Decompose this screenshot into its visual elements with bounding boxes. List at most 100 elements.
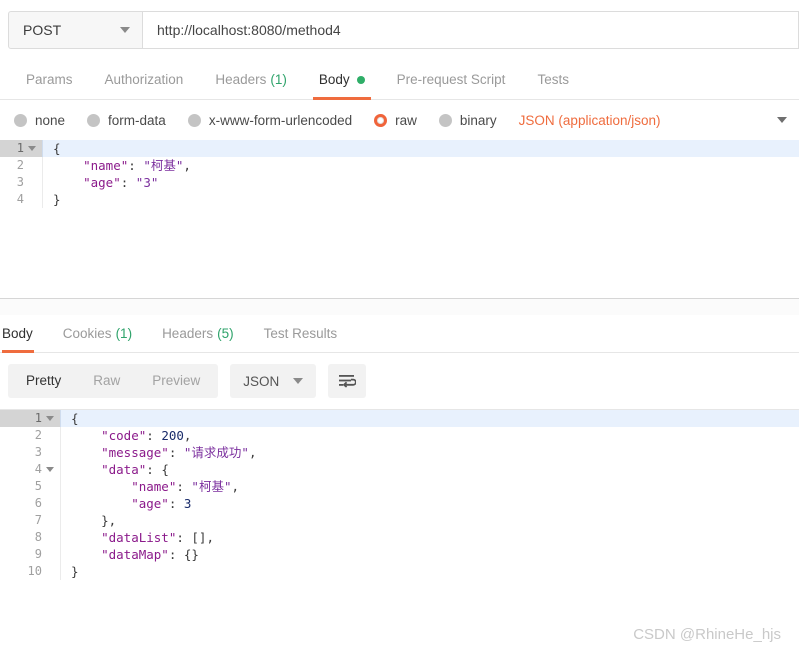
code-token: "dataList" [71,530,177,545]
chevron-down-icon[interactable] [777,117,787,123]
code-line-text[interactable]: } [42,191,799,208]
code-line-text[interactable]: "data": { [60,461,799,478]
response-format-select[interactable]: JSON [230,364,317,398]
code-token: , [183,158,191,173]
response-tab-cookies[interactable]: Cookies (1) [48,315,147,352]
code-token: } [53,192,61,207]
tab-label: Body [2,326,33,341]
request-tab-params[interactable]: Params [10,60,89,99]
http-method-select[interactable]: POST [8,11,143,49]
request-body-editor[interactable]: 1{2 "name": "柯基", 3 "age": "3" 4} [0,140,799,208]
line-number: 1 [16,141,24,155]
fold-arrow-icon[interactable] [46,467,54,472]
radio-unchecked-icon[interactable] [187,113,201,127]
tab-count-badge: (5) [217,326,234,341]
line-number-gutter: 6 [0,495,60,512]
request-tab-authorization[interactable]: Authorization [89,60,200,99]
code-line-text[interactable]: "dataList": [], [60,529,799,546]
line-number-gutter: 3 [0,174,42,191]
code-token: 200 [161,428,184,443]
code-line-text[interactable]: "code": 200, [60,427,799,444]
response-tab-bar: Body Cookies (1) Headers (5) Test Results [0,315,799,353]
request-tab-headers[interactable]: Headers (1) [199,60,303,99]
body-type-option-x-www-form-urlencoded[interactable]: x-www-form-urlencoded [187,113,352,128]
code-line-text[interactable]: "message": "请求成功", [60,444,799,461]
line-number-gutter: 7 [0,512,60,529]
radio-unchecked-icon[interactable] [87,113,101,127]
code-line-text[interactable]: "name": "柯基", [60,478,799,495]
fold-arrow-icon[interactable] [46,416,54,421]
code-line: 10} [0,563,799,580]
code-token: : [120,175,136,190]
tab-label: Authorization [104,72,184,87]
line-number: 1 [34,411,42,425]
code-token: , [231,479,240,494]
body-type-label: none [35,112,66,128]
body-type-option-none[interactable]: none [14,113,65,128]
line-number-gutter: 4 [0,191,42,208]
response-toolbar: Pretty Raw Preview JSON [0,353,799,409]
code-line-text[interactable]: { [42,140,799,157]
body-type-option-binary[interactable]: binary [438,113,497,128]
response-body-editor[interactable]: 1{2 "code": 200, 3 "message": "请求成功", 4 "d… [0,410,799,580]
code-token: : [], [176,530,214,545]
code-line: 3 "message": "请求成功", [0,444,799,461]
code-token: "message" [71,445,169,460]
code-token: "3" [135,175,159,190]
code-token: "name" [53,158,129,173]
radio-unchecked-icon[interactable] [14,113,27,127]
response-view-preview[interactable]: Preview [136,366,216,396]
tab-count-badge: (1) [115,326,133,341]
response-tab-headers[interactable]: Headers (5) [147,315,249,352]
line-number-gutter: 2 [0,157,42,174]
body-type-option-raw[interactable]: raw [374,113,417,128]
body-type-option-form-data[interactable]: form-data [87,113,166,128]
code-token: : [146,428,162,443]
request-tab-body[interactable]: Body [303,60,381,100]
code-line-text[interactable]: "age": "3" [42,174,799,191]
radio-checked-icon[interactable] [374,113,388,127]
word-wrap-button[interactable] [328,364,367,398]
response-tab-body[interactable]: Body [2,315,48,353]
radio-unchecked-icon[interactable] [438,113,452,127]
code-token: , [183,428,192,443]
code-token: "age" [53,175,121,190]
code-token: "name" [71,479,177,494]
request-tab-pre-request-script[interactable]: Pre-request Script [381,60,522,99]
line-number: 3 [34,445,42,459]
line-number-gutter: 1 [0,410,60,427]
code-token: { [53,141,61,156]
code-token: } [71,564,79,579]
response-body-pane: 1{2 "code": 200, 3 "message": "请求成功", 4 "d… [0,409,799,580]
request-tab-tests[interactable]: Tests [521,60,585,99]
code-token: : [128,158,144,173]
body-present-dot-icon [356,75,365,84]
tab-label: Body [318,72,350,87]
request-url-input[interactable]: http://localhost:8080/method4 [143,11,799,49]
response-view-pretty[interactable]: Pretty [10,366,78,396]
tab-label: Tests [537,72,569,87]
content-type-select[interactable]: JSON (application/json) [519,113,661,128]
code-line-text[interactable]: { [60,410,799,427]
code-line-text[interactable]: "name": "柯基", [42,157,799,174]
code-line: 8 "dataList": [], [0,529,799,546]
code-line-text[interactable]: "dataMap": {} [60,546,799,563]
code-line: 7 }, [0,512,799,529]
code-token: "柯基" [143,158,184,173]
code-line-text[interactable]: } [60,563,799,580]
tab-count-badge: (1) [270,72,287,87]
line-number: 6 [34,496,42,510]
fold-arrow-icon[interactable] [28,146,36,151]
code-line: 4 "data": { [0,461,799,478]
tab-label: Headers [162,326,214,341]
code-token: : { [146,462,169,477]
code-line-text[interactable]: }, [60,512,799,529]
response-view-raw[interactable]: Raw [77,366,136,396]
tab-label: Params [26,72,73,87]
line-number: 4 [34,462,42,476]
code-token: "data" [71,462,147,477]
line-number-gutter: 10 [0,563,60,580]
response-tab-test-results[interactable]: Test Results [249,315,353,352]
code-token: "请求成功" [183,445,249,460]
code-line-text[interactable]: "age": 3 [60,495,799,512]
